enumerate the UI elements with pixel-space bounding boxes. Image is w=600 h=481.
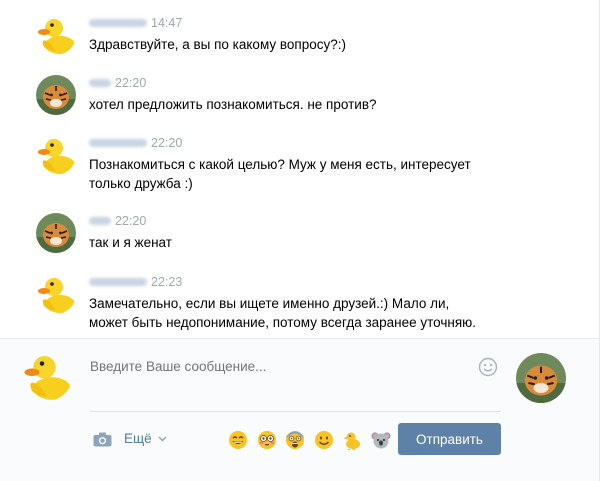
emoji-picker-icon[interactable] <box>478 357 498 377</box>
send-button[interactable]: Отправить <box>398 423 501 455</box>
message-item: 22:20 Познакомиться с какой целью? Муж у… <box>0 135 599 191</box>
sender-name-redacted[interactable] <box>89 19 147 27</box>
chick-emoji-icon[interactable] <box>342 430 362 450</box>
message-time[interactable]: 22:20 <box>151 136 182 150</box>
message-meta: 22:20 <box>89 75 146 91</box>
scream-emoji-icon[interactable] <box>285 430 305 450</box>
message-item: 22:20 хотел предложить познакомиться. не… <box>0 75 599 115</box>
message-meta: 22:20 <box>89 135 182 151</box>
message-time[interactable]: 14:47 <box>151 16 182 30</box>
more-attachments-button[interactable]: Ещё <box>124 431 167 446</box>
message-meta: 14:47 <box>89 15 182 31</box>
duck-avatar[interactable] <box>36 274 76 314</box>
grin-emoji-icon[interactable] <box>228 430 248 450</box>
message-time[interactable]: 22:20 <box>115 214 146 228</box>
camera-icon <box>93 432 112 447</box>
tiger-avatar[interactable] <box>36 75 76 115</box>
sender-name-redacted[interactable] <box>89 278 147 286</box>
sender-name-redacted[interactable] <box>89 217 111 225</box>
duck-avatar[interactable] <box>36 135 76 175</box>
flushed-emoji-icon[interactable] <box>257 430 277 450</box>
message-time[interactable]: 22:23 <box>151 275 182 289</box>
more-label: Ещё <box>124 431 152 446</box>
message-meta: 22:20 <box>89 213 146 229</box>
message-meta: 22:23 <box>89 274 182 290</box>
sender-name-redacted[interactable] <box>89 139 147 147</box>
chevron-down-icon <box>158 436 167 442</box>
smile-emoji-icon[interactable] <box>314 430 334 450</box>
message-text: так и я женат <box>89 235 172 250</box>
message-text: хотел предложить познакомиться. не проти… <box>89 97 377 112</box>
message-input[interactable] <box>90 359 500 374</box>
message-text: Здравствуйте, а вы по какому вопросу?:) <box>89 37 346 52</box>
tiger-avatar[interactable] <box>36 213 76 253</box>
peer-tiger-avatar[interactable] <box>516 353 566 403</box>
input-underline <box>90 411 501 412</box>
attach-photo-button[interactable] <box>93 432 112 447</box>
koala-emoji-icon[interactable] <box>370 430 391 450</box>
my-duck-avatar[interactable] <box>22 351 72 401</box>
message-item: 22:20 так и я женат <box>0 213 599 253</box>
message-text: Познакомиться с какой целью? Муж у меня … <box>89 157 471 191</box>
message-text: Замечательно, если вы ищете именно друзе… <box>89 296 477 330</box>
quick-emoji-bar <box>228 430 399 450</box>
message-item: 22:23 Замечательно, если вы ищете именно… <box>0 274 599 330</box>
message-history[interactable]: 14:47 Здравствуйте, а вы по какому вопро… <box>0 0 599 338</box>
sender-name-redacted[interactable] <box>89 79 111 87</box>
message-composer: Ещё Отправить <box>0 339 599 481</box>
message-item: 14:47 Здравствуйте, а вы по какому вопро… <box>0 15 599 55</box>
duck-avatar[interactable] <box>36 15 76 55</box>
message-time[interactable]: 22:20 <box>115 76 146 90</box>
